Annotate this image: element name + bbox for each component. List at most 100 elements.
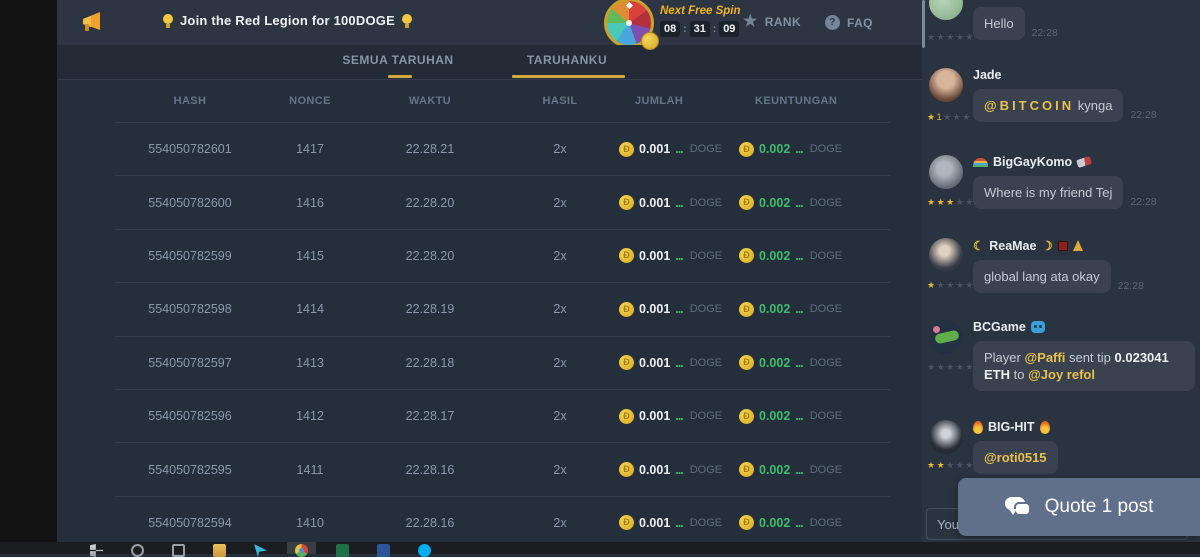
mention-link[interactable]: @roti0515 [984,450,1047,465]
avatar[interactable] [929,68,963,102]
waktu-cell: 22.28.16 [355,516,505,530]
chat-username[interactable]: BigGayKomo [993,155,1072,169]
chat-bubble[interactable]: @BITCOIN kynga [973,89,1123,122]
table-row[interactable]: 554050782596 1412 22.28.17 2x Ð 0.001...… [115,389,890,442]
avatar[interactable] [929,420,963,454]
chat-bubble[interactable]: Where is my friend Tej [973,176,1123,209]
rainbow-icon [973,158,988,167]
top-bar: Join the Red Legion for 100DOGE Next Fre… [57,0,922,45]
chat-bubble[interactable]: Hello [973,7,1025,40]
mention-link[interactable]: @Joy refol [1028,367,1095,382]
doge-coin-icon: Ð [619,248,634,263]
doge-coin-icon: Ð [739,142,754,157]
tab-indicator-small [388,75,412,78]
col-header-waktu: WAKTU [355,95,505,107]
chrome-icon[interactable] [295,544,308,557]
rank-button[interactable]: ★ RANK [743,15,801,29]
waktu-cell: 22.28.18 [355,356,505,370]
waktu-cell: 22.28.16 [355,463,505,477]
table-row[interactable]: 554050782597 1413 22.28.18 2x Ð 0.001...… [115,336,890,389]
waktu-cell: 22.28.21 [355,142,505,156]
mention-link[interactable]: @Paffi [1024,350,1065,365]
keuntungan-cell: Ð 0.002... DOGE [735,142,890,157]
free-spin-widget[interactable]: Next Free Spin 08 : 31 : 09 [660,5,752,37]
keuntungan-cell: Ð 0.002... DOGE [735,409,890,424]
chat-username[interactable]: Jade [973,68,1002,82]
chat-message: ★1★★★ Jade @BITCOIN kynga 22:28 [929,68,1195,122]
keuntungan-cell: Ð 0.002... DOGE [735,355,890,370]
avatar[interactable] [929,155,963,189]
chat-username[interactable]: ReaMae [989,239,1036,253]
doge-coin-icon: Ð [619,142,634,157]
chat-message: ★★★★★ ☾ ReaMae ☽ global lang ata okay 22… [929,238,1195,293]
avatar[interactable] [929,320,963,354]
table-row[interactable]: 554050782598 1414 22.28.19 2x Ð 0.001...… [115,282,890,335]
doge-coin-icon: Ð [739,248,754,263]
jumlah-cell: Ð 0.001... DOGE [615,409,735,424]
bets-table: HASH NONCE WAKTU HASIL JUMLAH KEUNTUNGAN… [115,80,890,549]
spin-countdown-timer: 08 : 31 : 09 [660,21,752,37]
ice-cream-icon [933,326,940,333]
app-icon[interactable] [254,544,267,557]
chat-timestamp: 22:28 [1130,109,1156,122]
hash-cell: 554050782596 [115,409,265,423]
chat-bubble[interactable]: @roti0515 [973,441,1058,474]
tab-all-bets[interactable]: SEMUA TARUHAN [342,53,453,67]
chat-scrollbar[interactable] [922,0,925,48]
announcement-banner[interactable]: Join the Red Legion for 100DOGE [163,13,412,28]
tab-my-bets[interactable]: TARUHANKU [527,53,607,67]
cortana-icon[interactable] [131,544,144,557]
star-icon: ★ [743,15,758,29]
quote-button-label: Quote 1 post [1045,496,1154,518]
avatar[interactable] [929,238,963,272]
table-row[interactable]: 554050782601 1417 22.28.21 2x Ð 0.001...… [115,122,890,175]
windows-start-icon[interactable] [90,544,103,557]
robot-icon [1031,321,1045,333]
table-row[interactable]: 554050782595 1411 22.28.16 2x Ð 0.001...… [115,442,890,495]
chat-username[interactable]: BCGame [973,320,1026,334]
nonce-cell: 1410 [265,516,355,530]
keuntungan-cell: Ð 0.002... DOGE [735,302,890,317]
quote-posts-button[interactable]: Quote 1 post [958,478,1200,536]
table-header-row: HASH NONCE WAKTU HASIL JUMLAH KEUNTUNGAN [115,80,890,122]
skype-icon[interactable] [418,544,431,557]
keuntungan-cell: Ð 0.002... DOGE [735,195,890,210]
waktu-cell: 22.28.20 [355,196,505,210]
col-header-keuntungan: KEUNTUNGAN [735,95,890,107]
col-header-hasil: HASIL [505,95,615,107]
next-free-spin-label: Next Free Spin [660,5,752,17]
jumlah-cell: Ð 0.001... DOGE [615,142,735,157]
hash-cell: 554050782594 [115,516,265,530]
doge-coin-icon: Ð [739,195,754,210]
chat-timestamp: 22:28 [1130,196,1156,209]
excel-icon[interactable] [336,544,349,557]
nonce-cell: 1414 [265,302,355,316]
nonce-cell: 1416 [265,196,355,210]
crescent-moon-icon: ☽ [1041,238,1052,253]
word-icon[interactable] [377,544,390,557]
task-view-icon[interactable] [172,544,185,557]
nonce-cell: 1412 [265,409,355,423]
hasil-cell: 2x [505,356,615,370]
table-row[interactable]: 554050782599 1415 22.28.20 2x Ð 0.001...… [115,229,890,282]
chat-bubble[interactable]: global lang ata okay [973,260,1111,293]
chat-sidebar: ★★★★★ Joy refol Hello 22:28 ★1★★★ Jade @… [922,0,1200,554]
lightbulb-icon [163,14,173,28]
fire-icon [1040,421,1050,434]
chat-bubble[interactable]: Player @Paffi sent tip 0.023041 ETH to @… [973,341,1195,391]
jumlah-cell: Ð 0.001... DOGE [615,302,735,317]
timer-separator: : [683,24,686,35]
chat-username[interactable]: BIG-HIT [988,420,1035,434]
doge-coin-icon: Ð [619,462,634,477]
mention-link[interactable]: @BITCOIN [984,98,1074,113]
main-panel: Join the Red Legion for 100DOGE Next Fre… [57,0,922,554]
faq-button[interactable]: ? FAQ [825,15,873,30]
file-explorer-icon[interactable] [213,544,226,557]
avatar[interactable] [929,0,963,20]
chat-timestamp: 22:28 [1118,280,1144,293]
tab-indicator-active [512,75,625,78]
nonce-cell: 1413 [265,356,355,370]
table-row[interactable]: 554050782600 1416 22.28.20 2x Ð 0.001...… [115,175,890,228]
active-app-highlight [287,542,316,554]
hash-cell: 554050782600 [115,196,265,210]
